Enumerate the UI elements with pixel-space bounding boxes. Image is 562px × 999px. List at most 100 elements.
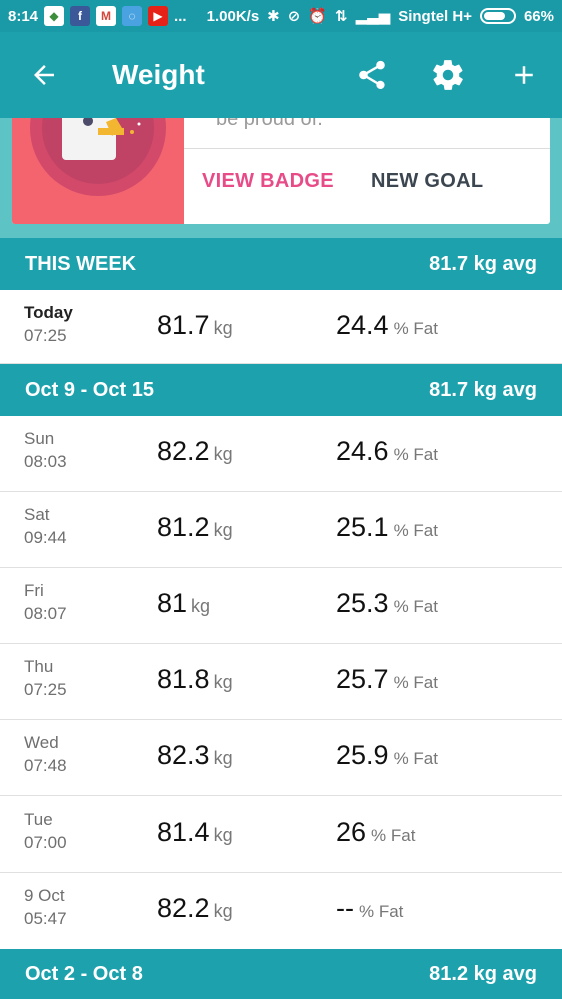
fat-value: 25.9 <box>336 740 389 770</box>
section-average: 81.7 kg avg <box>429 378 537 401</box>
entry-weight: 82.3 kg <box>157 740 233 771</box>
back-arrow-icon <box>34 65 54 85</box>
entry-fat: 24.4% Fat <box>336 310 438 341</box>
fat-value: 25.7 <box>336 664 389 694</box>
weight-value: 82.2 <box>157 436 210 466</box>
section-label: Oct 2 - Oct 8 <box>25 962 143 985</box>
entry-day: Today <box>24 303 73 322</box>
list-item[interactable]: Sun 08:03 82.2 kg 24.6% Fat <box>0 416 562 492</box>
entry-day: Thu <box>24 657 54 676</box>
add-button[interactable] <box>486 32 562 118</box>
weight-unit: kg <box>213 520 233 540</box>
weight-unit: kg <box>213 318 233 338</box>
carrier-name: Singtel H+ <box>398 7 472 25</box>
share-button[interactable] <box>334 32 410 118</box>
fat-value: 24.6 <box>336 436 389 466</box>
section-average: 81.2 kg avg <box>429 962 537 985</box>
weight-unit: kg <box>191 596 211 616</box>
share-icon <box>359 60 385 90</box>
fat-unit: % Fat <box>393 597 438 616</box>
fat-value: 25.3 <box>336 588 389 618</box>
list-item[interactable]: Wed 07:48 82.3 kg 25.9% Fat <box>0 720 562 796</box>
fat-value: 26 <box>336 817 367 847</box>
weight-value: 82.2 <box>157 893 210 923</box>
facebook-app-icon: f <box>70 6 91 26</box>
entry-day: Tue <box>24 810 53 829</box>
weight-unit: kg <box>213 444 233 464</box>
section-header-this-week: THIS WEEK 81.7 kg avg <box>0 238 562 290</box>
entry-day: Sun <box>24 429 55 448</box>
weight-unit: kg <box>213 748 233 768</box>
status-time: 8:14 <box>8 7 39 25</box>
data-transfer-icon: ⇅ <box>335 8 348 25</box>
list-item[interactable]: Sat 09:44 81.2 kg 25.1% Fat <box>0 492 562 568</box>
fat-unit: % Fat <box>393 749 438 768</box>
entry-weight: 81 kg <box>157 588 210 619</box>
list-item[interactable]: Today 07:25 81.7 kg 24.4% Fat <box>0 290 562 364</box>
messenger-app-icon: ◌ <box>122 6 143 26</box>
page-title: Weight <box>112 59 205 90</box>
entry-time: 07:25 <box>24 326 67 345</box>
weight-unit: kg <box>213 901 233 921</box>
fat-unit: % Fat <box>393 673 438 692</box>
mute-icon: ⊘ <box>287 8 301 25</box>
weight-value: 81.2 <box>157 512 210 542</box>
list-item[interactable]: Thu 07:25 81.8 kg 25.7% Fat <box>0 644 562 720</box>
fat-value: 24.4 <box>336 310 389 340</box>
entry-fat: 26% Fat <box>336 817 415 848</box>
battery-icon <box>479 8 516 24</box>
fat-unit: % Fat <box>393 521 438 540</box>
entry-weight: 81.8 kg <box>157 664 233 695</box>
entry-time: 07:48 <box>24 756 67 775</box>
section-header-oct9-oct15: Oct 9 - Oct 15 81.7 kg avg <box>0 364 562 416</box>
list-item[interactable]: 9 Oct 05:47 82.2 kg --% Fat <box>0 873 562 949</box>
entry-weight: 82.2 kg <box>157 436 233 467</box>
entry-time: 07:00 <box>24 833 67 852</box>
entry-time: 05:47 <box>24 909 67 928</box>
entry-fat: 24.6% Fat <box>336 436 438 467</box>
entry-fat: 25.9% Fat <box>336 740 438 771</box>
settings-button[interactable] <box>410 32 486 118</box>
entry-weight: 81.4 kg <box>157 817 233 848</box>
settings-gear-icon <box>433 60 463 90</box>
entry-fat: --% Fat <box>336 893 403 924</box>
entry-fat: 25.7% Fat <box>336 664 438 695</box>
weight-unit: kg <box>213 825 233 845</box>
list-item[interactable]: Fri 08:07 81 kg 25.3% Fat <box>0 568 562 644</box>
fat-unit: % Fat <box>393 319 438 338</box>
maps-app-icon: ◆ <box>44 6 65 26</box>
badge-image <box>12 118 184 224</box>
badge-trophy-icon <box>30 118 166 196</box>
entry-weight: 81.2 kg <box>157 512 233 543</box>
battery-percent: 66% <box>523 7 554 25</box>
entry-time: 07:25 <box>24 680 67 699</box>
new-goal-button[interactable]: NEW GOAL <box>371 170 483 193</box>
entry-weight: 81.7 kg <box>157 310 233 341</box>
entry-time: 08:03 <box>24 452 67 471</box>
divider <box>184 148 550 149</box>
fat-value: -- <box>336 893 354 923</box>
weight-value: 81.4 <box>157 817 210 847</box>
view-badge-button[interactable]: VIEW BADGE <box>202 170 334 193</box>
back-button[interactable] <box>0 32 88 118</box>
section-header-oct2-oct8: Oct 2 - Oct 8 81.2 kg avg <box>0 949 562 999</box>
entry-day: Fri <box>24 581 44 600</box>
weight-value: 82.3 <box>157 740 210 770</box>
app-bar: Weight <box>0 32 562 118</box>
badge-card: be proud of. VIEW BADGE NEW GOAL <box>12 118 550 224</box>
entry-fat: 25.3% Fat <box>336 588 438 619</box>
badge-card-container: be proud of. VIEW BADGE NEW GOAL <box>0 118 562 238</box>
fat-unit: % Fat <box>393 445 438 464</box>
alarm-icon: ⏰ <box>308 8 328 25</box>
entry-time: 08:07 <box>24 604 67 623</box>
list-item[interactable]: Tue 07:00 81.4 kg 26% Fat <box>0 797 562 873</box>
entry-time: 09:44 <box>24 528 67 547</box>
weight-value: 81.8 <box>157 664 210 694</box>
entry-fat: 25.1% Fat <box>336 512 438 543</box>
signal-icon: ▂▃▅ <box>355 8 391 25</box>
section-average: 81.7 kg avg <box>429 252 537 275</box>
fat-value: 25.1 <box>336 512 389 542</box>
gmail-app-icon: M <box>96 6 117 26</box>
weight-value: 81.7 <box>157 310 210 340</box>
status-bar: 8:14 ◆ f M ◌ ▶ ... 1.00K/s ✱ ⊘ ⏰ ⇅ ▂▃▅ S… <box>0 0 562 32</box>
